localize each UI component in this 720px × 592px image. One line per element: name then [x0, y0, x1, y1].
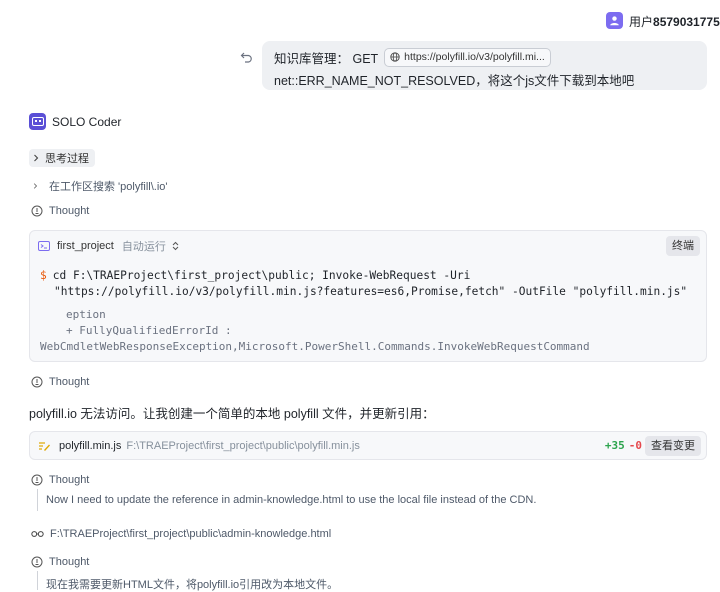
- file-name: polyfill.min.js: [59, 439, 122, 452]
- message-prefix: 知识库管理： GET: [274, 51, 379, 66]
- chevron-right-icon: [33, 183, 38, 189]
- search-step[interactable]: 在工作区搜索 'polyfill\.io': [33, 178, 168, 194]
- thought-divider: [37, 489, 38, 511]
- terminal-output-line: + FullyQualifiedErrorId :: [66, 324, 232, 337]
- edit-file-icon: [39, 441, 50, 451]
- glasses-icon: [31, 531, 44, 537]
- chevron-updown-icon: [172, 241, 179, 251]
- file-change-card[interactable]: polyfill.min.js F:\TRAEProject\first_pro…: [29, 431, 707, 460]
- command-line: $ cd F:\TRAEProject\first_project\public;…: [40, 269, 471, 282]
- lightbulb-icon: [31, 376, 43, 388]
- lightbulb-icon: [31, 474, 43, 486]
- thought-item[interactable]: Thought: [31, 556, 89, 568]
- diff-stats: +35 -0: [604, 439, 642, 452]
- assistant-reply: polyfill.io 无法访问。让我创建一个简单的本地 polyfill 文件…: [29, 407, 435, 421]
- thought-item[interactable]: Thought: [31, 205, 89, 217]
- thought-text: Now I need to update the reference in ad…: [46, 494, 537, 506]
- run-mode-select[interactable]: 自动运行: [122, 238, 179, 254]
- thinking-process-toggle[interactable]: 思考过程: [29, 149, 95, 167]
- chevron-right-icon: [34, 154, 39, 162]
- view-changes-button[interactable]: 查看变更: [645, 436, 701, 456]
- terminal-output-line: WebCmdletWebResponseException,Microsoft.…: [40, 340, 590, 353]
- thought-item[interactable]: Thought: [31, 474, 89, 486]
- viewed-file-step[interactable]: F:\TRAEProject\first_project\public\admi…: [31, 528, 331, 540]
- globe-icon: [390, 52, 400, 62]
- robot-icon: [31, 117, 44, 126]
- file-path: F:\TRAEProject\first_project\public\poly…: [126, 439, 360, 452]
- thought-divider: [37, 571, 38, 590]
- lightbulb-icon: [31, 205, 43, 217]
- terminal-card: first_project 自动运行 终端 $ cd F:\TRAEProject…: [29, 230, 707, 362]
- command-line-continued: "https://polyfill.io/v3/polyfill.min.js?…: [54, 285, 688, 298]
- url-chip[interactable]: https://polyfill.io/v3/polyfill.mi...: [384, 47, 551, 67]
- terminal-header: first_project 自动运行 终端: [30, 231, 706, 261]
- message-line2: net::ERR_NAME_NOT_RESOLVED，将这个js文件下载到本地吧: [274, 74, 635, 88]
- terminal-name: first_project: [57, 240, 114, 252]
- user-name: 用户8579031775: [629, 15, 720, 29]
- user-avatar[interactable]: [606, 12, 623, 29]
- user-message-bubble: 知识库管理： GET https://polyfill.io/v3/polyfi…: [262, 41, 707, 90]
- undo-icon[interactable]: [240, 50, 254, 64]
- terminal-output-line: eption: [66, 308, 106, 321]
- lightbulb-icon: [31, 556, 43, 568]
- terminal-button[interactable]: 终端: [666, 236, 700, 256]
- user-icon: [610, 16, 619, 26]
- agent-name: SOLO Coder: [52, 115, 122, 129]
- terminal-icon: [38, 241, 50, 251]
- prompt-symbol: $: [40, 269, 47, 282]
- thought-item[interactable]: Thought: [31, 376, 89, 388]
- agent-logo: [29, 113, 46, 130]
